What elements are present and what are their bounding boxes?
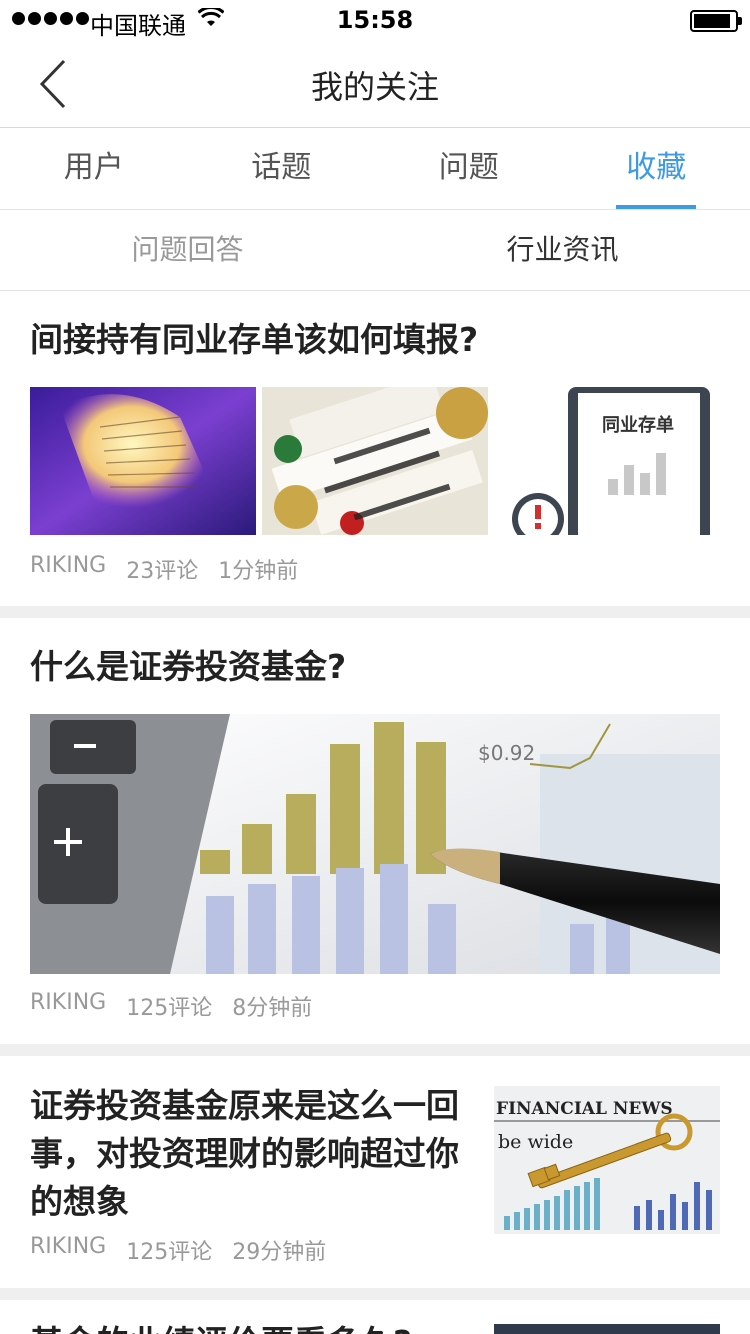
divider: [0, 1044, 750, 1056]
subtab-qa[interactable]: 问题回答: [0, 210, 375, 290]
tab-favorites[interactable]: 收藏: [563, 129, 750, 209]
certificate-label: 同业存单: [602, 414, 674, 436]
calculator-chart-image: $0.92: [30, 714, 720, 974]
tab-topics[interactable]: 话题: [188, 129, 376, 209]
navigation-bar: 我的关注: [0, 40, 750, 128]
article-card[interactable]: 证券投资基金原来是这么一回事，对投资理财的影响超过你的想象 FINANCIAL …: [0, 1056, 750, 1288]
certificate-of-deposit-image: 同业存单: [494, 387, 720, 535]
main-tabs: 用户 话题 问题 收藏: [0, 129, 750, 210]
author: RIKING: [30, 990, 107, 1015]
article-card[interactable]: 间接持有同业存单该如何填报? 同业存单 RIKING 23评论 1分钟前: [0, 291, 750, 606]
article-title: 间接持有同业存单该如何填报?: [30, 320, 479, 359]
svg-text:be wide: be wide: [498, 1131, 573, 1153]
tab-users[interactable]: 用户: [0, 129, 188, 209]
article-card[interactable]: 什么是证券投资基金? $0.92 RIKING 125评论 8分钟前: [0, 618, 750, 1044]
page-title: 我的关注: [310, 68, 439, 106]
subtab-industry-news[interactable]: 行业资讯: [375, 210, 750, 290]
divider: [0, 606, 750, 618]
article-image-group: 同业存单: [30, 387, 720, 535]
sub-tabs: 问题回答 行业资讯: [0, 210, 750, 291]
battery-icon: [690, 10, 742, 32]
divider: [0, 1288, 750, 1300]
timestamp: 8分钟前: [232, 996, 313, 1021]
timestamp: 29分钟前: [232, 1240, 327, 1265]
chart-price-label: $0.92: [478, 741, 535, 765]
article-meta: RIKING 125评论 29分钟前: [30, 1234, 326, 1266]
author: RIKING: [30, 553, 107, 578]
receipt-image: [30, 387, 256, 535]
article-card[interactable]: 基金的业绩评价要看多久?: [0, 1300, 750, 1334]
article-feed: 间接持有同业存单该如何填报? 同业存单 RIKING 23评论 1分钟前 什么是…: [0, 291, 750, 1334]
comment-count: 125评论: [126, 996, 213, 1021]
bank-logos-image: [262, 387, 488, 535]
status-bar: 中国联通 15:58: [0, 0, 750, 40]
comment-count: 125评论: [126, 1240, 213, 1265]
article-meta: RIKING 125评论 8分钟前: [30, 990, 312, 1022]
article-title: 基金的业绩评价要看多久?: [30, 1318, 470, 1334]
clock: 15:58: [336, 6, 414, 34]
article-meta: RIKING 23评论 1分钟前: [30, 553, 298, 585]
financial-news-image: FINANCIAL NEWS be wide: [494, 1086, 720, 1234]
tab-questions[interactable]: 问题: [375, 129, 563, 209]
timestamp: 1分钟前: [218, 559, 299, 584]
author: RIKING: [30, 1234, 107, 1259]
article-title: 证券投资基金原来是这么一回事，对投资理财的影响超过你的想象: [30, 1086, 459, 1221]
article-title: 什么是证券投资基金?: [30, 647, 347, 686]
article-thumbnail: [494, 1324, 720, 1334]
comment-count: 23评论: [126, 559, 199, 584]
newspaper-masthead: FINANCIAL NEWS: [496, 1099, 673, 1119]
